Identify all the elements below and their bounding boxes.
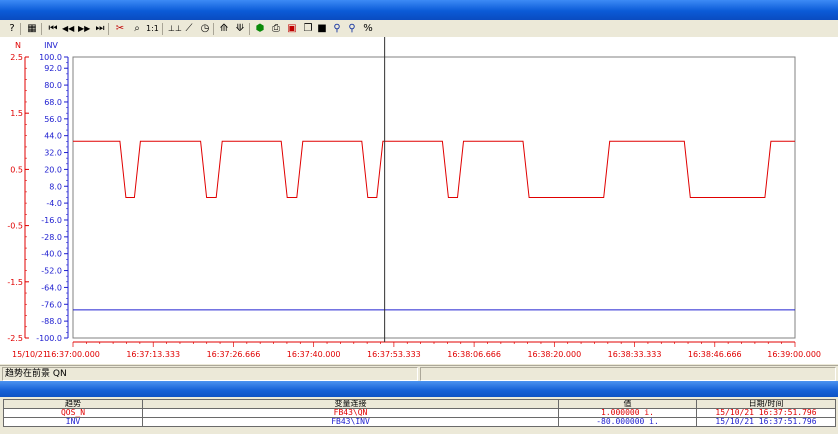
right-axis-tick-label: 44.0: [44, 132, 62, 141]
table-header-trend[interactable]: 趋势: [3, 399, 143, 409]
grid-icon[interactable]: ▦: [26, 21, 38, 36]
last-icon[interactable]: ⏭: [94, 21, 106, 36]
find-next-icon[interactable]: ⚲: [346, 21, 358, 36]
table-row[interactable]: QOS_N FB43\QN 1.000000 i. 15/10/21 16:37…: [3, 408, 836, 418]
x-axis-tick-label: 16:39:00.000: [767, 350, 821, 359]
toolbar: ? ▦ ⏮ ◀◀ ▶▶ ⏭ ✂ ⌕ 1:1 ⊥⊥ ⟋ ◷ ⟰ ⟱ ⬢ ⎙ ▣ ❐ ■ ⚲ ⚲%: [0, 20, 838, 38]
right-axis-tick-label: 32.0: [44, 149, 62, 158]
copy-icon[interactable]: ❐: [302, 21, 314, 36]
left-axis-tick-label: -2.5: [7, 334, 23, 343]
plot-area: [72, 56, 796, 339]
right-axis-label: INV: [44, 41, 58, 50]
find-icon[interactable]: ⚲: [331, 21, 343, 36]
status-panel-empty: [420, 367, 836, 381]
x-axis-tick-label: 16:38:46.666: [688, 350, 742, 359]
right-axis-tick-label: -4.0: [46, 199, 62, 208]
left-axis-tick-label: 0.5: [10, 165, 23, 174]
row-trend: QOS_N: [3, 408, 143, 418]
left-axis-tick-label: 1.5: [10, 109, 23, 118]
row-datetime: 15/10/21 16:37:51.796: [696, 417, 836, 427]
zoom-icon[interactable]: ⌕: [131, 21, 143, 36]
x-axis-tick-label: 16:37:13.333: [126, 350, 180, 359]
first-icon[interactable]: ⏮: [47, 21, 59, 36]
help-icon[interactable]: ?: [6, 21, 18, 36]
toolbar-separator: [249, 23, 250, 35]
row-datetime: 15/10/21 16:37:51.796: [696, 408, 836, 418]
left-axis-tick-label: 2.5: [10, 53, 23, 62]
x-axis-date-label: 15/10/21: [12, 350, 48, 359]
trend-chart[interactable]: N 2.5 1.5 0.5 -0.5 -1.5 -2.5 INV 100.0 92.0 80.0 6…: [0, 37, 838, 364]
left-axis-tick-label: -0.5: [7, 222, 23, 231]
toolbar-separator: [108, 23, 109, 35]
x-axis-tick-label: 16:37:40.000: [287, 350, 341, 359]
toolbar-separator: [20, 23, 21, 35]
zoom-reset-icon[interactable]: 1:1: [146, 21, 159, 36]
left-axis-tick-label: -1.5: [7, 278, 23, 287]
row-trend: INV: [3, 417, 143, 427]
right-axis-tick-label: -76.0: [41, 300, 62, 309]
right-axis-tick-label: 80.0: [44, 81, 62, 90]
table-header-datetime[interactable]: 日期/时间: [696, 399, 836, 409]
right-axis-tick-label: 92.0: [44, 64, 62, 73]
right-axis-tick-label: 56.0: [44, 115, 62, 124]
value-table: 趋势 变量连接 值 日期/时间 QOS_N FB43\QN 1.000000 i…: [3, 399, 836, 427]
toolbar-separator: [162, 23, 163, 35]
cursor-icon[interactable]: ✂: [114, 21, 126, 36]
status-message: 趋势在前景 QN: [2, 367, 418, 381]
x-axis-tick-label: 16:37:00.000: [46, 350, 100, 359]
window-titlebar: [0, 0, 838, 20]
value-table-panel: 趋势 变量连接 值 日期/时间 QOS_N FB43\QN 1.000000 i…: [0, 397, 838, 434]
x-axis-tick-label: 16:38:20.000: [527, 350, 581, 359]
right-axis-tick-label: -88.0: [41, 317, 62, 326]
clock-icon[interactable]: ◷: [199, 21, 211, 36]
table-header-value[interactable]: 值: [558, 399, 697, 409]
table-row[interactable]: INV FB43\INV -80.000000 i. 15/10/21 16:3…: [3, 417, 836, 427]
row-variable: FB43\QN: [142, 408, 559, 418]
print-preview-icon[interactable]: ▣: [286, 21, 298, 36]
right-axis-tick-label: -64.0: [41, 283, 62, 292]
right-axis-tick-label: 20.0: [44, 165, 62, 174]
x-axis-tick-label: 16:38:33.333: [608, 350, 662, 359]
trend-line-icon[interactable]: ⟰: [218, 21, 230, 36]
percent-icon[interactable]: %: [362, 21, 374, 36]
toolbar-separator: [213, 23, 214, 35]
left-axis-label: N: [15, 41, 21, 50]
run-icon[interactable]: ⬢: [254, 21, 266, 36]
scale-icon[interactable]: ⟋: [183, 21, 195, 36]
x-axis-tick-label: 16:38:06.666: [447, 350, 501, 359]
right-axis-tick-label: 8.0: [49, 182, 62, 191]
trend-chart-panel[interactable]: N 2.5 1.5 0.5 -0.5 -1.5 -2.5 INV 100.0 92.0 80.0 6…: [0, 37, 838, 364]
x-axis-tick-label: 16:37:26.666: [207, 350, 261, 359]
right-axis-tick-label: -52.0: [41, 267, 62, 276]
status-bar: 趋势在前景 QN: [0, 365, 838, 381]
rewind-icon[interactable]: ◀◀: [62, 21, 74, 36]
row-value: -80.000000 i.: [558, 417, 697, 427]
forward-icon[interactable]: ▶▶: [78, 21, 90, 36]
toolbar-separator: [41, 23, 42, 35]
right-axis-tick-label: -100.0: [36, 334, 62, 343]
save-icon[interactable]: ■: [316, 21, 328, 36]
right-axis-tick-label: -40.0: [41, 250, 62, 259]
table-window-titlebar: [0, 381, 838, 397]
right-axis-tick-label: 68.0: [44, 98, 62, 107]
trend-add-icon[interactable]: ⟱: [234, 21, 246, 36]
right-axis-tick-label: 100.0: [39, 53, 62, 62]
right-axis-tick-label: -28.0: [41, 233, 62, 242]
x-axis-tick-label: 16:37:53.333: [367, 350, 421, 359]
table-header-variable[interactable]: 变量连接: [142, 399, 559, 409]
print-icon[interactable]: ⎙: [270, 21, 282, 36]
axis-icon[interactable]: ⊥⊥: [168, 21, 182, 36]
row-variable: FB43\INV: [142, 417, 559, 427]
row-value: 1.000000 i.: [558, 408, 697, 418]
right-axis-tick-label: -16.0: [41, 216, 62, 225]
